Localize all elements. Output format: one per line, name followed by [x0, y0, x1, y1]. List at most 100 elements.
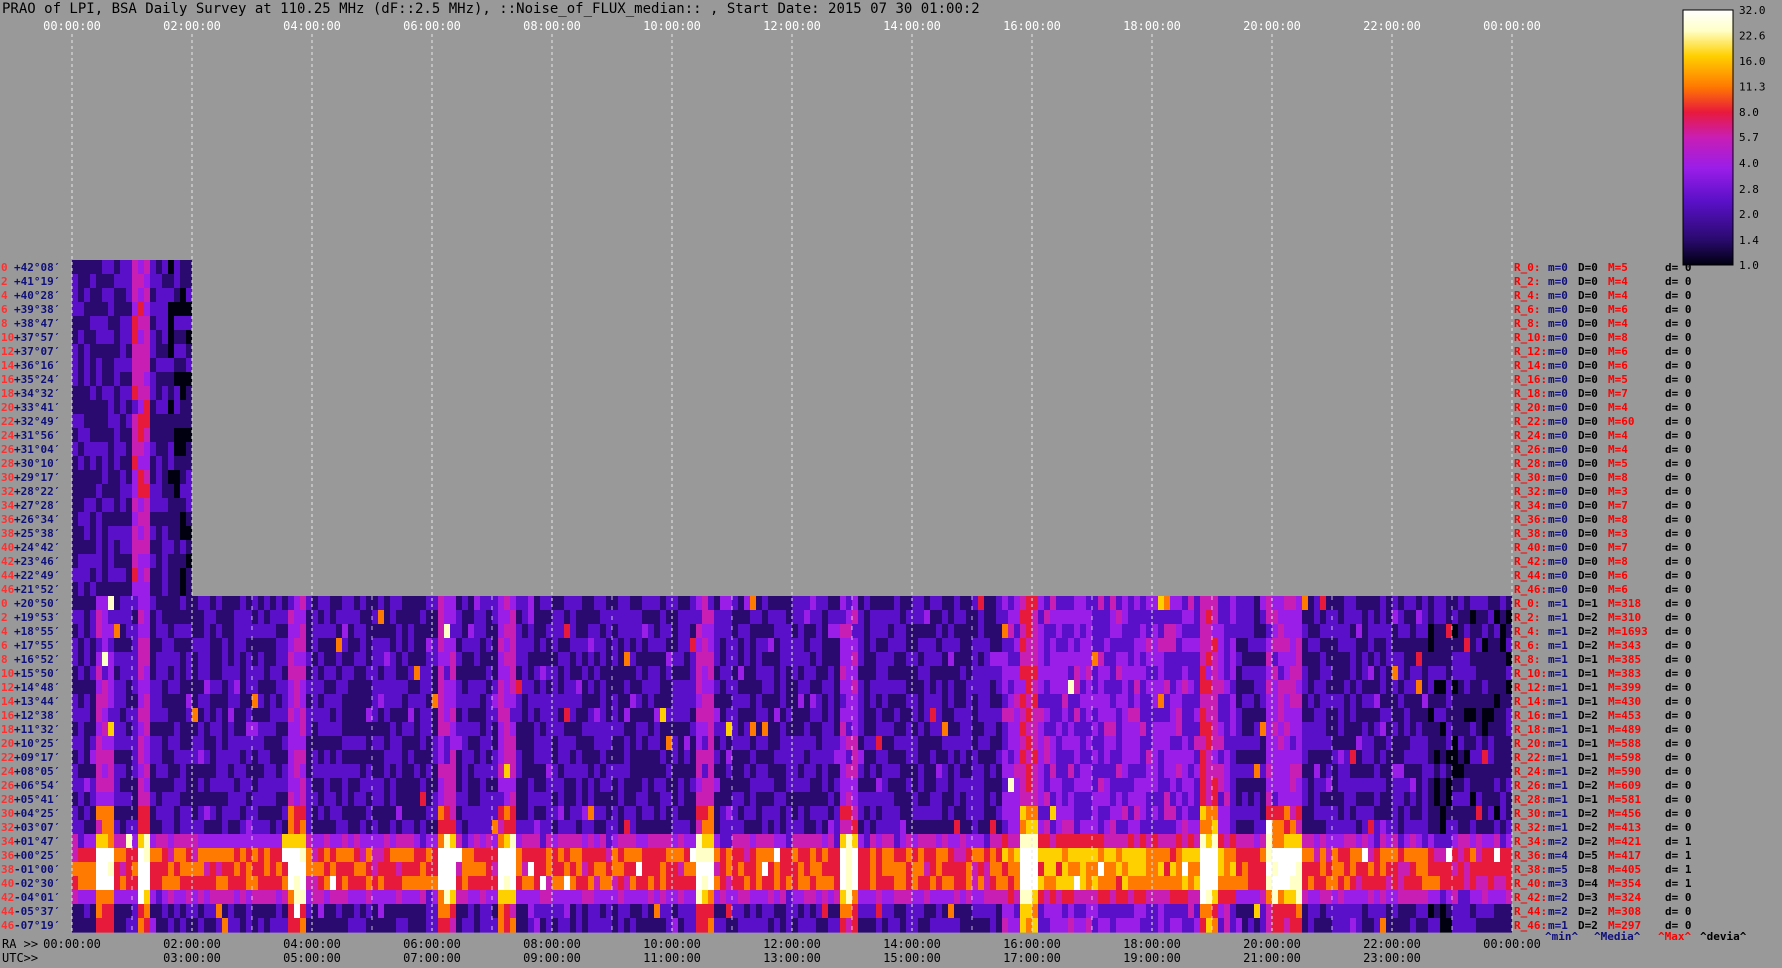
declination-label: +13°44′ — [14, 695, 60, 708]
row-number-label: 28 — [1, 457, 14, 470]
row-number-label: 36 — [1, 849, 15, 862]
stat-median: D=0 — [1578, 359, 1598, 372]
stat-min: m=0 — [1548, 527, 1568, 540]
stat-min: m=1 — [1548, 667, 1568, 680]
declination-label: +39°38′ — [14, 303, 60, 316]
stat-median: D=0 — [1578, 387, 1598, 400]
stat-max: M=383 — [1608, 667, 1641, 680]
stat-max: M=5 — [1608, 457, 1628, 470]
stat-median: D=0 — [1578, 415, 1598, 428]
stat-max: M=6 — [1608, 303, 1628, 316]
stat-max: M=453 — [1608, 709, 1641, 722]
utc-tick-label: 03:00:00 — [163, 951, 221, 965]
stat-max: M=4 — [1608, 401, 1628, 414]
stat-deviation: d= 0 — [1665, 765, 1692, 778]
stats-legend-median: ^Media^ — [1594, 930, 1641, 943]
stat-min: m=1 — [1548, 597, 1568, 610]
stat-min: m=0 — [1548, 401, 1568, 414]
stat-row-id: R_22: — [1514, 415, 1547, 428]
stat-row-id: R_10: — [1514, 331, 1547, 344]
declination-label: +20°50′ — [14, 597, 60, 610]
stat-row-id: R_12: — [1514, 681, 1547, 694]
ra-tick-label: 06:00:00 — [403, 937, 461, 951]
stat-max: M=354 — [1608, 877, 1641, 890]
declination-label: +29°17′ — [14, 471, 60, 484]
declination-label: +27°28′ — [14, 499, 60, 512]
declination-label: -04°01′ — [14, 891, 60, 904]
stat-deviation: d= 0 — [1665, 653, 1692, 666]
stat-row-id: R_18: — [1514, 387, 1547, 400]
tick-label: 16:00:00 — [1003, 19, 1061, 33]
stat-row-id: R_2: — [1514, 611, 1541, 624]
stat-deviation: d= 0 — [1665, 807, 1692, 820]
row-number-label: 0 — [1, 597, 8, 610]
declination-label: +41°19′ — [14, 275, 60, 288]
stat-max: M=318 — [1608, 597, 1641, 610]
stat-max: M=8 — [1608, 513, 1628, 526]
stat-min: m=1 — [1548, 751, 1568, 764]
stat-median: D=2 — [1578, 625, 1598, 638]
tick-label: 00:00:00 — [43, 19, 101, 33]
row-number-label: 16 — [1, 709, 15, 722]
declination-label: +15°50′ — [14, 667, 60, 680]
row-number-label: 10 — [1, 331, 14, 344]
row-number-label: 42 — [1, 891, 14, 904]
stat-min: m=1 — [1548, 611, 1568, 624]
stat-median: D=2 — [1578, 639, 1598, 652]
stat-row-id: R_0: — [1514, 261, 1541, 274]
heatmap-chart: 00:00:00 02:00:00 04:00:00 06:00:00 08:00:00… — [1, 4, 1766, 965]
row-number-label: 26 — [1, 443, 15, 456]
stat-median: D=0 — [1578, 499, 1598, 512]
stat-min: m=5 — [1548, 863, 1568, 876]
declination-label: +37°07′ — [14, 345, 60, 358]
ra-tick-label: 14:00:00 — [883, 937, 941, 951]
stat-row-id: R_24: — [1514, 765, 1547, 778]
stat-median: D=0 — [1578, 373, 1598, 386]
stat-min: m=1 — [1548, 639, 1568, 652]
stat-max: M=6 — [1608, 583, 1628, 596]
stat-max: M=308 — [1608, 905, 1641, 918]
stat-deviation: d= 0 — [1665, 709, 1692, 722]
utc-tick-label: 13:00:00 — [763, 951, 821, 965]
stat-median: D=2 — [1578, 807, 1598, 820]
stat-min: m=0 — [1548, 541, 1568, 554]
stat-min: m=2 — [1548, 905, 1568, 918]
stat-max: M=8 — [1608, 331, 1628, 344]
stat-max: M=7 — [1608, 499, 1628, 512]
row-number-label: 28 — [1, 793, 14, 806]
stat-max: M=4 — [1608, 289, 1628, 302]
tick-label: 14:00:00 — [883, 19, 941, 33]
row-number-label: 34 — [1, 499, 15, 512]
stat-min: m=2 — [1548, 835, 1568, 848]
tick-label: 12:00:00 — [763, 19, 821, 33]
stat-min: m=0 — [1548, 415, 1568, 428]
declination-label: +28°22′ — [14, 485, 60, 498]
ra-tick-label: 12:00:00 — [763, 937, 821, 951]
stat-row-id: R_44: — [1514, 905, 1547, 918]
stat-median: D=2 — [1578, 611, 1598, 624]
stat-deviation: d= 0 — [1665, 499, 1692, 512]
declination-label: +32°49′ — [14, 415, 60, 428]
declination-label: +12°38′ — [14, 709, 60, 722]
stat-row-id: R_6: — [1514, 639, 1541, 652]
stat-median: D=1 — [1578, 723, 1598, 736]
declination-label: +25°38′ — [14, 527, 60, 540]
row-number-label: 6 — [1, 639, 8, 652]
ra-tick-label: 16:00:00 — [1003, 937, 1061, 951]
stat-min: m=0 — [1548, 443, 1568, 456]
tick-label: 00:00:00 — [1483, 19, 1541, 33]
declination-label: +11°32′ — [14, 723, 60, 736]
stat-row-id: R_32: — [1514, 485, 1547, 498]
ra-tick-label: 08:00:00 — [523, 937, 581, 951]
row-number-label: 46 — [1, 583, 15, 596]
stat-max: M=4 — [1608, 275, 1628, 288]
colorbar-legend: 32.0 22.6 16.0 11.3 8.0 5.7 4.0 2.8 2.0 1.4 1.0 — [1682, 4, 1766, 272]
declination-axis: 0 +42°08′ 2 +41°19′ 4 +40°28′ 6 +39°38′ 8 +38°47′… — [1, 261, 60, 932]
row-number-label: 4 — [1, 625, 8, 638]
stat-deviation: d= 0 — [1665, 555, 1692, 568]
stat-deviation: d= 0 — [1665, 737, 1692, 750]
utc-tick-label: 19:00:00 — [1123, 951, 1181, 965]
tick-label: 20:00:00 — [1243, 19, 1301, 33]
colorbar-tick-label: 22.6 — [1739, 30, 1766, 43]
declination-label: -01°00′ — [14, 863, 60, 876]
